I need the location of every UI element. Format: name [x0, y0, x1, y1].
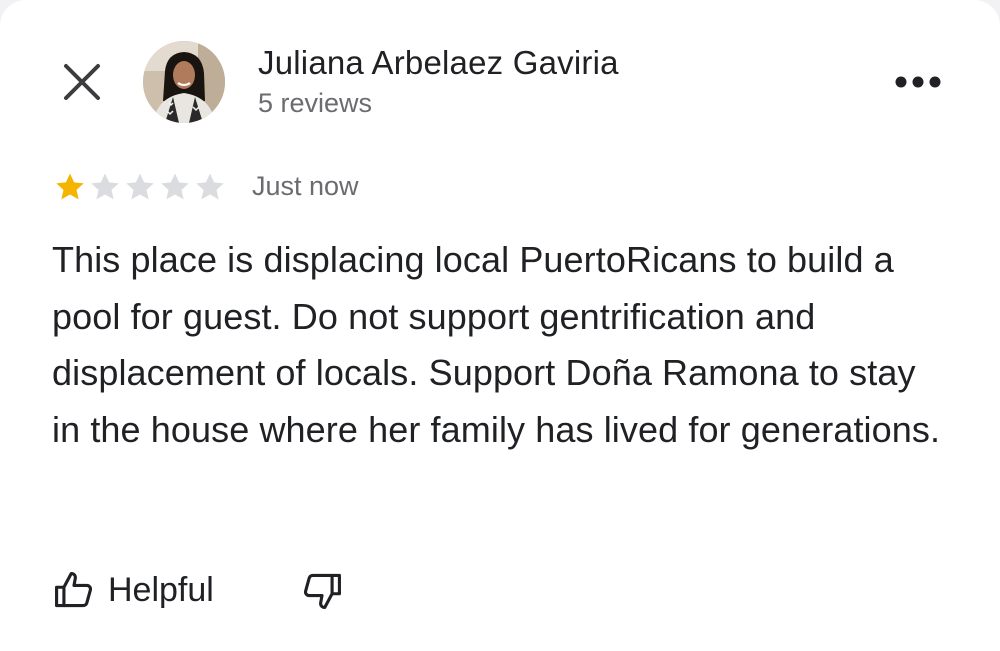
thumbs-up-icon: [55, 571, 93, 608]
helpful-label: Helpful: [108, 570, 214, 609]
review-text: This place is displacing local PuertoRic…: [52, 239, 941, 450]
reviewer-review-count: 5 reviews: [258, 88, 373, 118]
avatar[interactable]: [143, 41, 225, 123]
star-icon-empty: [126, 173, 154, 200]
reviewer-name[interactable]: Juliana Arbelaez Gaviria: [258, 44, 619, 82]
not-helpful-button[interactable]: [297, 566, 347, 616]
star-icon-empty: [91, 173, 119, 200]
close-icon: [64, 64, 100, 100]
review-timestamp: Just now: [252, 171, 359, 201]
close-button[interactable]: [58, 58, 106, 106]
star-icon-empty: [196, 173, 224, 200]
star-icon-empty: [161, 173, 189, 200]
thumbs-down-icon: [303, 573, 341, 610]
more-options-button[interactable]: [890, 62, 946, 102]
more-horizontal-icon: [895, 76, 941, 88]
helpful-button[interactable]: Helpful: [52, 562, 214, 618]
star-rating: [53, 170, 228, 204]
review-sheet: Juliana Arbelaez Gaviria 5 reviews Just …: [0, 0, 1000, 651]
avatar-photo: [143, 41, 225, 123]
star-icon-filled: [56, 173, 84, 200]
